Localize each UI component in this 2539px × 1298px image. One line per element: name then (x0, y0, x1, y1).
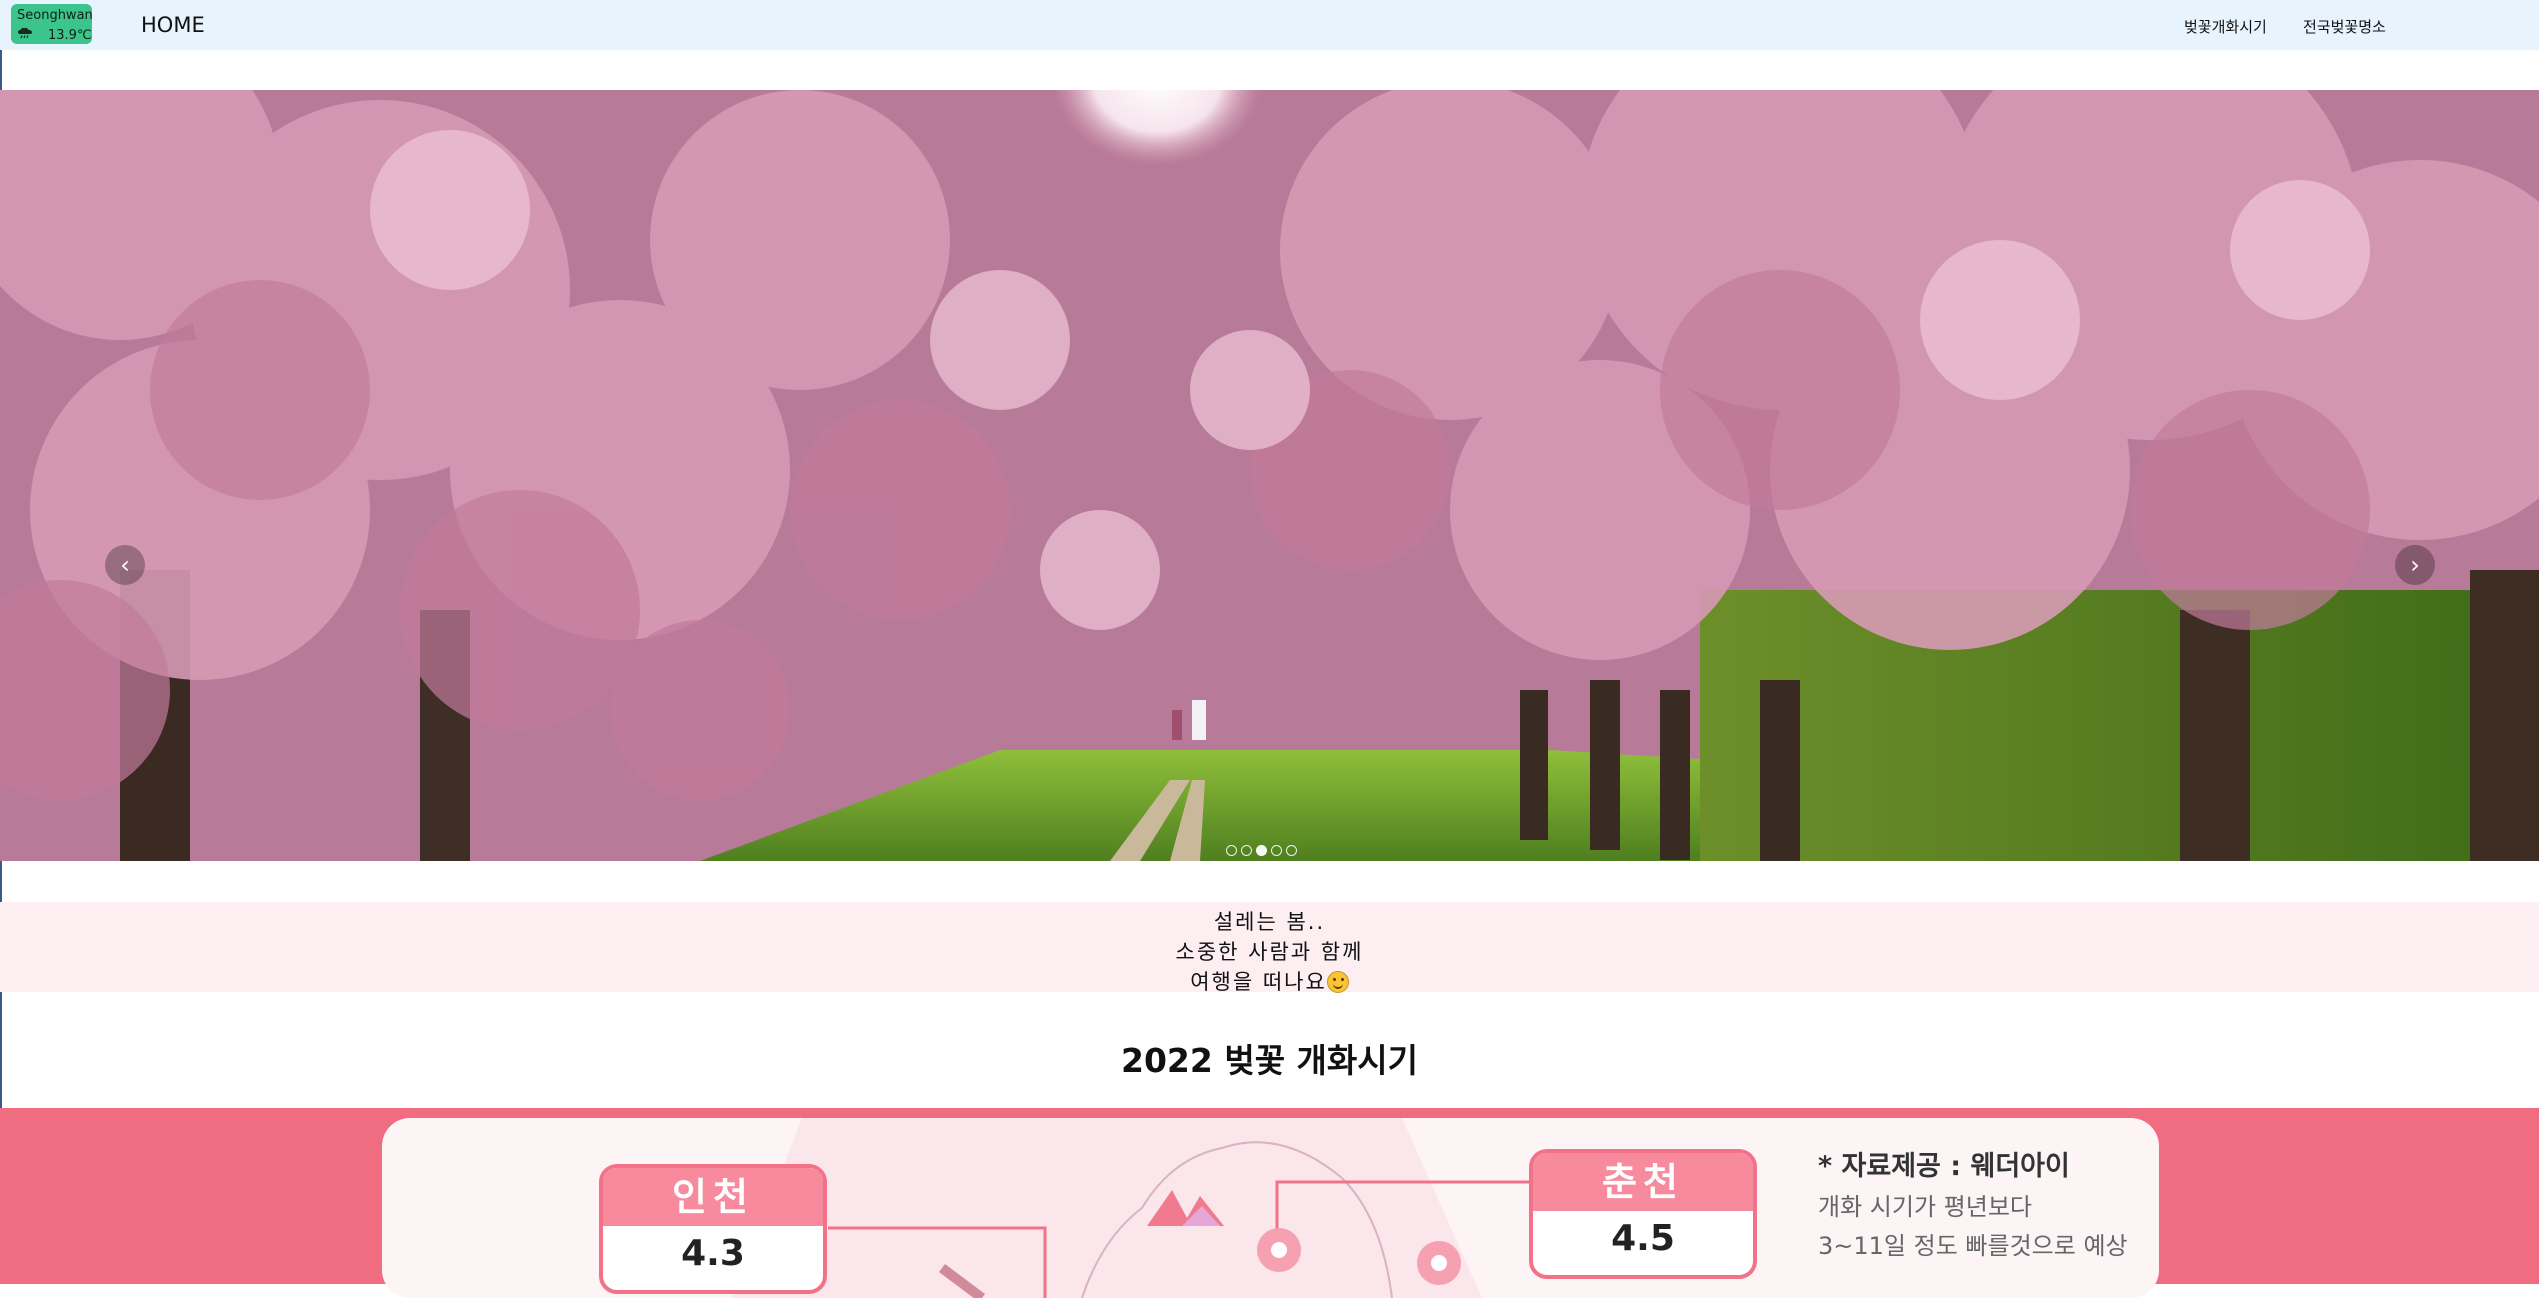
carousel-prev-button[interactable]: ‹ (105, 545, 145, 585)
message-line: 설레는 봄.. (1213, 910, 1326, 934)
chevron-left-icon: ‹ (120, 551, 130, 579)
message-line-with-emoji: 여행을 떠나요 (0, 966, 2539, 996)
source-title: * 자료제공 : 웨더아이 (1818, 1151, 2070, 1182)
carousel-indicator[interactable] (1226, 845, 1237, 856)
chevron-right-icon: › (2410, 551, 2420, 579)
city-bloom-date: 4.3 (681, 1233, 745, 1274)
blossom-icon (1417, 1241, 1461, 1285)
nav-bloom-spots-link[interactable]: 전국벚꽃명소 (2303, 16, 2386, 37)
data-source-note: * 자료제공 : 웨더아이 개화 시기가 평년보다 3~11일 정도 빠를것으로… (1818, 1144, 2128, 1261)
message-line: 소중한 사람과 함께 (1175, 940, 1364, 964)
city-name: 춘천 (1533, 1153, 1753, 1211)
weather-temperature: 13.9℃ (48, 28, 92, 43)
message-band: 설레는 봄.. 소중한 사람과 함께 여행을 떠나요 (0, 902, 2539, 994)
city-card-chuncheon: 춘천 4.5 (1529, 1149, 1757, 1279)
weather-badge: Seonghwan 13.9℃ (11, 4, 93, 44)
cherry-blossom-photo (0, 90, 2539, 861)
blossom-icon (1257, 1228, 1301, 1272)
city-card-incheon: 인천 4.3 (599, 1164, 827, 1294)
message-line-text: 여행을 떠나요 (1190, 970, 1327, 994)
nav-bloom-time-link[interactable]: 벚꽃개화시기 (2184, 16, 2267, 37)
home-link[interactable]: HOME (141, 13, 205, 37)
carousel-indicator-active[interactable] (1256, 845, 1267, 856)
carousel-next-button[interactable]: › (2395, 545, 2435, 585)
city-bloom-date: 4.5 (1611, 1218, 1675, 1259)
smiling-face-icon (1326, 971, 1349, 993)
carousel-indicator[interactable] (1241, 845, 1252, 856)
city-name: 인천 (603, 1168, 823, 1226)
weather-city: Seonghwan (17, 8, 93, 23)
source-line: 개화 시기가 평년보다 (1818, 1193, 2032, 1221)
source-line: 3~11일 정도 빠를것으로 예상 (1818, 1232, 2128, 1260)
carousel-indicator[interactable] (1271, 845, 1282, 856)
hero-carousel[interactable]: ‹ › (0, 90, 2539, 861)
navbar: Seonghwan 13.9℃ HOME 벚꽃개화시기 전국벚꽃명소 (0, 0, 2539, 50)
carousel-indicators (1226, 845, 1297, 856)
section-title: 2022 벚꽃 개화시기 (1121, 1041, 1418, 1080)
carousel-indicator[interactable] (1286, 845, 1297, 856)
cloud-rain-icon (18, 27, 32, 39)
